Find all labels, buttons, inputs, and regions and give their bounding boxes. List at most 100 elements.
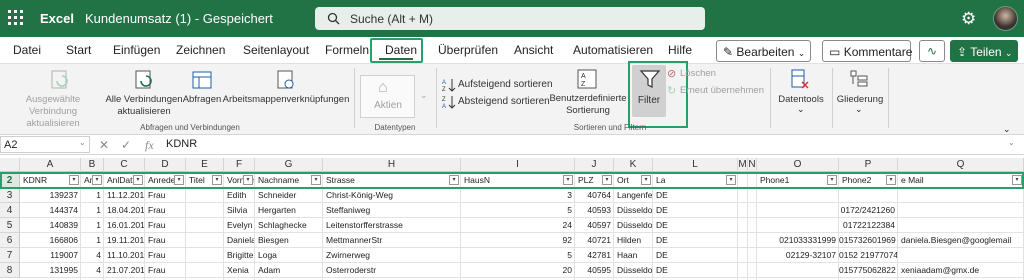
app-launcher-icon[interactable] [8,10,24,26]
grid-cell[interactable]: 16.01.2018 [104,218,145,232]
grid-cell[interactable]: 140839 [20,218,81,232]
grid-cell[interactable]: 1 [81,218,104,232]
column-header-b[interactable]: B [81,158,104,172]
grid-cell[interactable]: Langenfeld [614,188,653,202]
column-header-j[interactable]: J [575,158,614,172]
grid-cell[interactable] [186,233,224,247]
grid-cell[interactable] [186,218,224,232]
row-header-8[interactable]: 8 [0,263,20,278]
grid-cell[interactable]: 0152 21977074 [839,248,898,262]
grid-cell[interactable] [839,188,898,202]
grid-cell[interactable] [757,263,839,277]
grid-cell[interactable] [757,188,839,202]
grid-cell[interactable]: Frau [145,248,186,262]
grid-cell[interactable]: Leitenstorfferstrasse [323,218,461,232]
grid-cell[interactable]: Daniela [224,233,255,247]
grid-cell[interactable]: 139237 [20,188,81,202]
ribbon-collapse-icon[interactable]: ⌄ [1003,124,1011,135]
grid-cell[interactable]: 42781 [575,248,614,262]
grid-cell[interactable]: 19.11.2019 [104,233,145,247]
queries-button[interactable]: Abfragen [181,94,223,106]
grid-cell[interactable]: Frau [145,188,186,202]
share-button[interactable]: ⇪ Teilen ⌄ [950,40,1018,62]
grid-cell[interactable]: 015775062822 [839,263,898,277]
tab-start[interactable]: Start [66,43,91,57]
settings-gear-icon[interactable]: ⚙ [961,9,976,29]
grid-cell[interactable]: DE [653,248,738,262]
grid-cell[interactable]: 166806 [20,233,81,247]
row-header-7[interactable]: 7 [0,248,20,263]
grid-cell[interactable]: 40593 [575,203,614,217]
grid-cell[interactable]: Frau [145,263,186,277]
grid-cell[interactable]: 1 [81,188,104,202]
activity-button[interactable]: ∿ [919,40,945,62]
row-header-5[interactable]: 5 [0,218,20,233]
search-box[interactable]: Suche (Alt + M) [315,7,705,30]
formula-input[interactable]: KDNR [166,138,197,150]
grid-cell[interactable]: DE [653,218,738,232]
grid-cell[interactable]: 4 [81,248,104,262]
column-header-a[interactable]: A [20,158,81,172]
grid-cell[interactable]: 144374 [20,203,81,217]
grid-cell[interactable]: 24 [461,218,575,232]
grid-cell[interactable] [757,203,839,217]
grid-cell[interactable] [186,248,224,262]
user-avatar[interactable] [993,6,1018,31]
grid-cell[interactable]: 40595 [575,263,614,277]
grid-cell[interactable]: Brigitte [224,248,255,262]
grid-cell[interactable]: Hergarten [255,203,323,217]
grid-cell[interactable] [186,188,224,202]
column-header-d[interactable]: D [145,158,186,172]
grid-cell[interactable]: DE [653,233,738,247]
tab-ueberpruefen[interactable]: Überprüfen [438,43,498,57]
grid-cell[interactable]: daniela.Biesgen@googlemail [898,233,1024,247]
grid-cell[interactable] [186,263,224,277]
grid-cell[interactable]: Schlaghecke [255,218,323,232]
grid-cell[interactable]: 021033331999 [757,233,839,247]
chevron-down-icon[interactable]: ⌄ [1008,138,1015,147]
column-header-q[interactable]: Q [898,158,1024,172]
cancel-icon[interactable]: ✕ [99,138,109,152]
tab-datei[interactable]: Datei [13,43,41,57]
row-header-6[interactable]: 6 [0,233,20,248]
chevron-down-icon[interactable]: ⌄ [79,138,86,147]
grid-cell[interactable]: Silvia [224,203,255,217]
grid-cell[interactable]: Biesgen [255,233,323,247]
insert-function-icon[interactable]: fx [145,138,154,153]
column-header-i[interactable]: I [461,158,575,172]
column-header-f[interactable]: F [224,158,255,172]
grid-cell[interactable]: 40597 [575,218,614,232]
tab-ansicht[interactable]: Ansicht [514,43,553,57]
grid-cell[interactable]: 92 [461,233,575,247]
confirm-icon[interactable]: ✓ [121,138,131,152]
grid-cell[interactable]: 131995 [20,263,81,277]
grid-cell[interactable]: 5 [461,203,575,217]
column-header-n[interactable]: N [748,158,757,172]
row-header-3[interactable]: 3 [0,188,20,203]
grid-cell[interactable]: 01722122384 [839,218,898,232]
tab-hilfe[interactable]: Hilfe [668,43,692,57]
grid-cell[interactable]: 119007 [20,248,81,262]
grid-cell[interactable] [898,188,1024,202]
column-header-p[interactable]: P [839,158,898,172]
grid-cell[interactable]: Düsseldorf [614,263,653,277]
grid-cell[interactable]: 1 [81,233,104,247]
tab-einfuegen[interactable]: Einfügen [113,43,160,57]
grid-cell[interactable]: DE [653,188,738,202]
grid-cell[interactable]: MettmannerStr [323,233,461,247]
grid-cell[interactable]: 1 [81,203,104,217]
grid-cell[interactable]: Frau [145,233,186,247]
grid-cell[interactable]: 015732601969 [839,233,898,247]
tab-seitenlayout[interactable]: Seitenlayout [243,43,309,57]
grid-cell[interactable]: Zwirnerweg [323,248,461,262]
grid-cell[interactable]: DE [653,203,738,217]
grid-cell[interactable] [898,218,1024,232]
grid-cell[interactable]: Xenia [224,263,255,277]
grid-cell[interactable]: Osterroderstr [323,263,461,277]
grid-cell[interactable]: xeniaadam@gmx.de [898,263,1024,277]
workbook-links-button[interactable]: Arbeitsmappenverknüpfungen [222,94,350,106]
grid-cell[interactable]: Haan [614,248,653,262]
column-header-o[interactable]: O [757,158,839,172]
grid-cell[interactable] [898,248,1024,262]
grid-cell[interactable]: Schneider [255,188,323,202]
